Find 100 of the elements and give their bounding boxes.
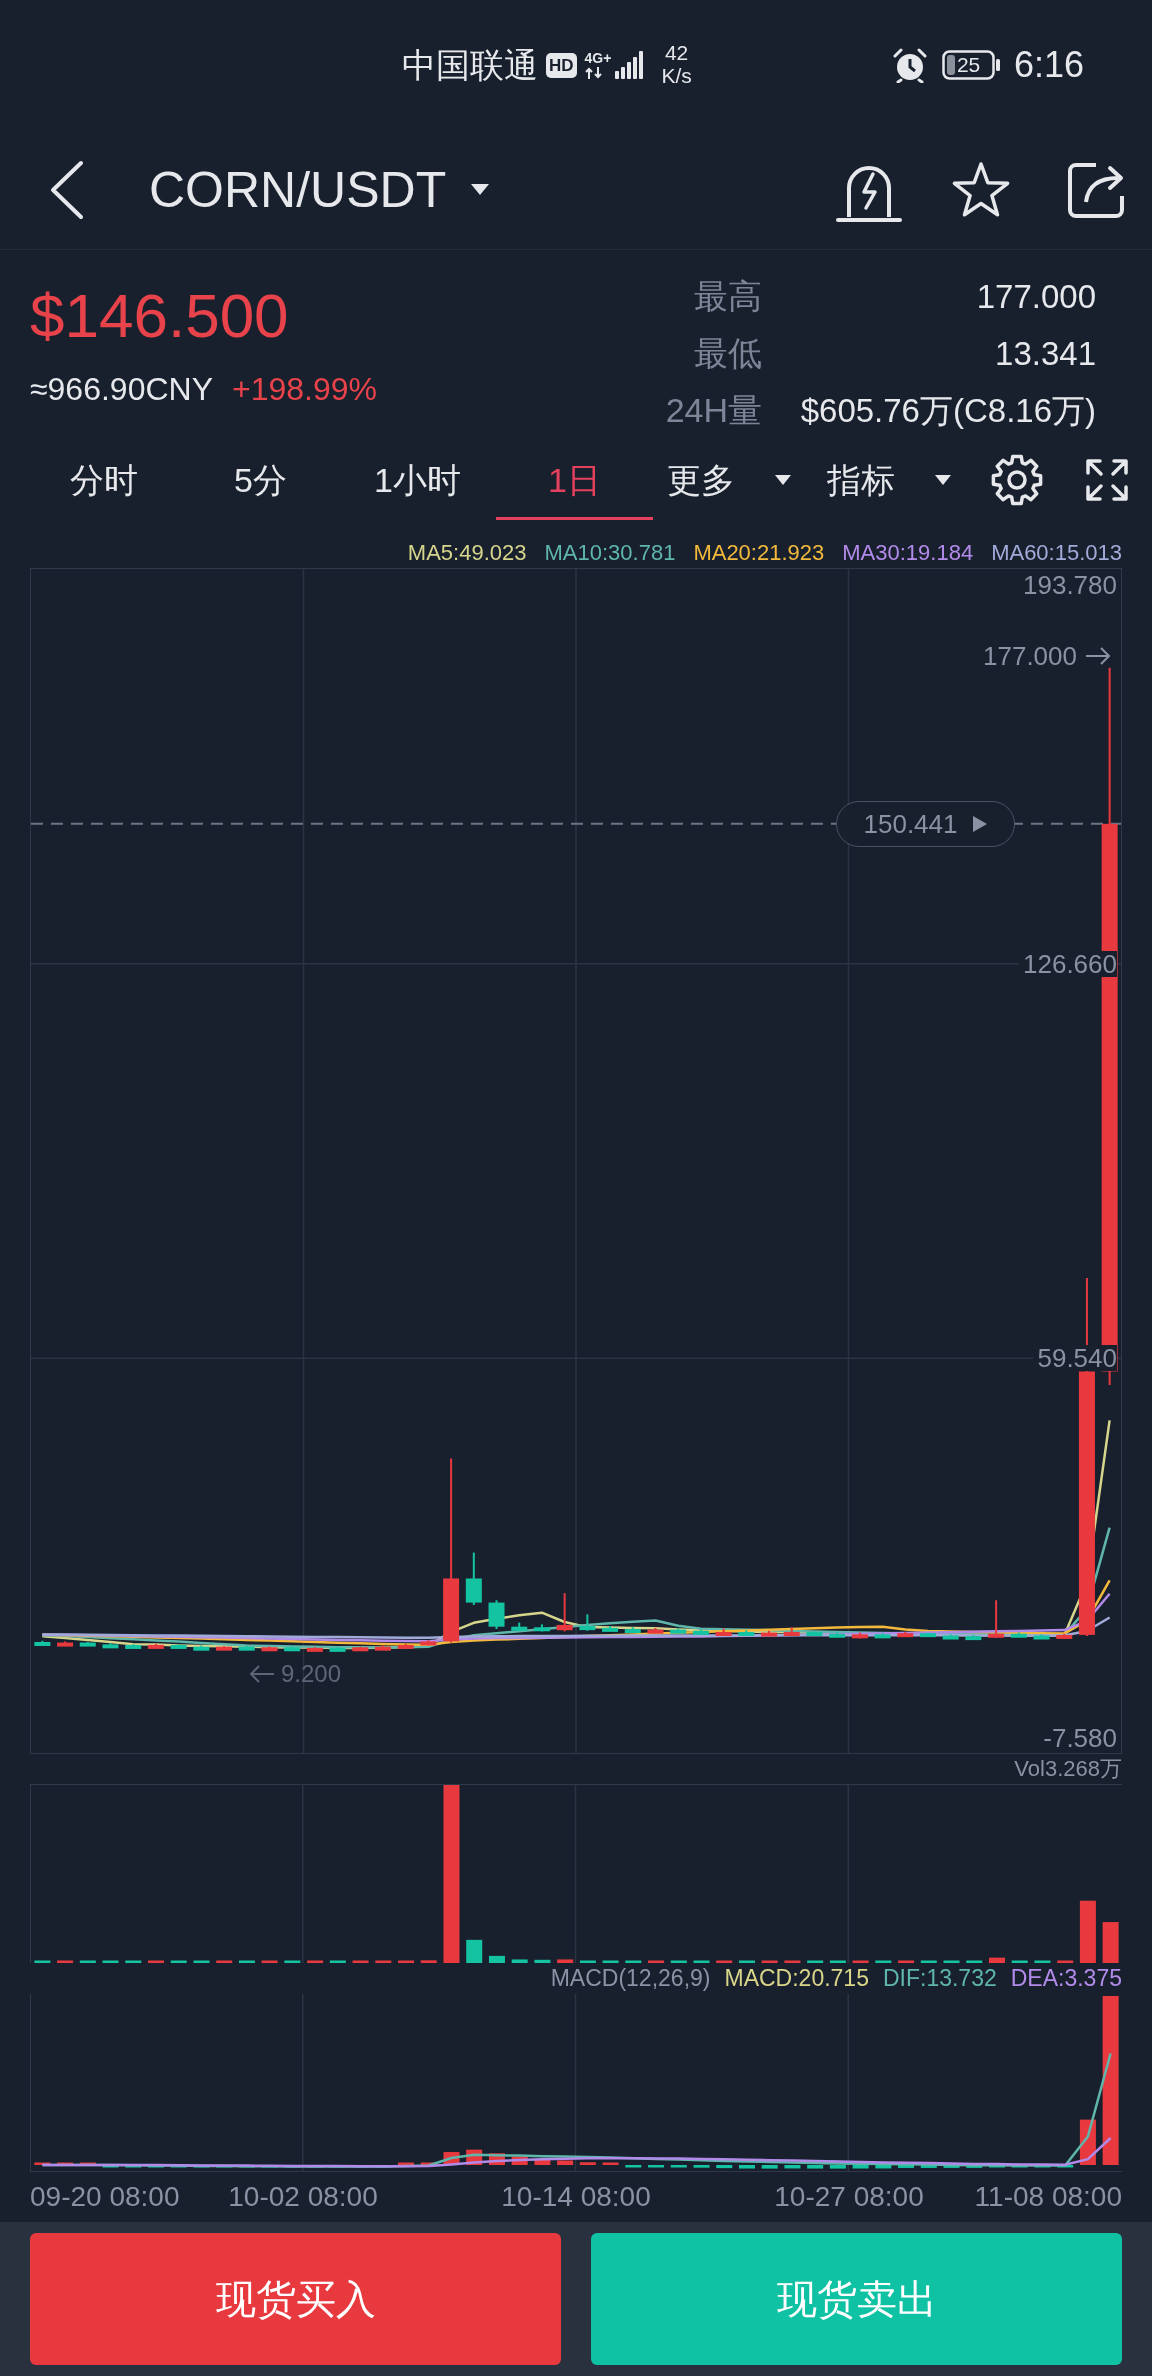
candlestick: [624, 1626, 641, 1634]
macd-bar: [579, 2162, 596, 2165]
macd-bar: [920, 2165, 937, 2168]
macd-bar: [898, 2165, 915, 2168]
price-change: +198.99%: [232, 370, 377, 409]
macd-bar: [125, 2165, 142, 2168]
cny-price: ≈966.90CNY: [30, 370, 213, 409]
price-tag[interactable]: 150.441: [836, 800, 1015, 847]
interval-tab[interactable]: 分时: [25, 440, 182, 520]
macd-bar: [989, 2165, 1005, 2168]
macd-value-label: DIF:13.732: [882, 1966, 997, 1991]
back-button[interactable]: [48, 159, 84, 220]
candlestick: [738, 1629, 755, 1636]
candlestick: [238, 1645, 255, 1651]
candlestick: [465, 1551, 482, 1606]
candlestick: [34, 1639, 51, 1646]
candlestick: [147, 1642, 164, 1649]
volume-bar: [738, 1960, 755, 1963]
volume-bar: [966, 1960, 983, 1963]
macd-bar: [807, 2165, 824, 2169]
interval-tab[interactable]: 5分: [182, 440, 339, 520]
network-speed: 42: [664, 42, 689, 65]
macd-bar: [557, 2160, 574, 2165]
caret-down-icon: [471, 184, 490, 195]
ma-value-label: MA20:21.923: [693, 540, 825, 566]
volume-bar: [57, 1960, 74, 1963]
current-price-value: 150.441: [863, 808, 958, 839]
candlestick: [79, 1641, 96, 1647]
volume-bar: [602, 1960, 619, 1963]
price-axis-label: 59.540: [1033, 1345, 1117, 1372]
macd-bar: [1034, 2165, 1051, 2168]
stat-value: 177.000: [975, 276, 1096, 317]
macd-bar: [34, 2162, 51, 2165]
volume-bar: [579, 1960, 596, 1963]
volume-bar: [420, 1960, 437, 1963]
volume-bar: [398, 1960, 415, 1963]
favorite-button[interactable]: [951, 161, 1011, 218]
macd-bar: [852, 2165, 869, 2169]
volume-bar: [1102, 1922, 1119, 1963]
volume-bar: [1079, 1900, 1096, 1963]
volume-bar: [307, 1960, 324, 1963]
stat-label: 24H量: [665, 390, 762, 431]
candlestick: [102, 1642, 119, 1649]
macd-bar: [511, 2156, 528, 2165]
volume-bar: [125, 1960, 142, 1963]
battery-percent: 25: [956, 53, 981, 77]
macd-bar: [102, 2165, 119, 2168]
hd-badge: HD: [546, 52, 577, 78]
signal-icon: [615, 51, 644, 79]
high-price-label: 177.000: [983, 641, 1077, 671]
candlestick: [216, 1645, 232, 1651]
candlestick: [920, 1631, 936, 1638]
candlestick: [1010, 1631, 1027, 1638]
volume-bar: [261, 1960, 278, 1963]
candlestick: [375, 1644, 391, 1651]
volume-bar: [557, 1959, 574, 1963]
candlestick: [193, 1644, 210, 1651]
last-price: $146.500: [30, 280, 290, 352]
star-icon: [951, 161, 1011, 218]
volume-bar: [989, 1957, 1005, 1963]
candlestick: [806, 1630, 823, 1636]
candlestick: [261, 1645, 278, 1652]
expand-icon: [1085, 458, 1129, 502]
candlestick: [692, 1628, 709, 1635]
pair-selector[interactable]: CORN/USDT: [149, 164, 490, 215]
macd-bar: [738, 2165, 755, 2169]
macd-bar: [1057, 2165, 1074, 2168]
macd-bar: [79, 2162, 96, 2165]
stat-value: 13.341: [994, 333, 1096, 374]
interval-tab[interactable]: 1小时: [339, 440, 496, 520]
macd-bar: [784, 2165, 801, 2169]
dropdown-tab[interactable]: 更多: [653, 440, 813, 520]
caret-down-icon: [775, 475, 791, 485]
volume-bar: [148, 1960, 164, 1963]
candlestick: [897, 1631, 914, 1638]
volume-bar: [1057, 1960, 1074, 1963]
macd-bar: [1011, 2165, 1028, 2168]
caret-right-icon: [973, 815, 988, 832]
macd-bar: [602, 2162, 619, 2165]
macd-bar: [829, 2165, 846, 2169]
battery-icon: [941, 50, 1000, 80]
macd-bar: [648, 2165, 665, 2168]
ma-value-label: MA10:30.781: [544, 540, 676, 566]
alarm-clock-icon: [891, 47, 928, 83]
volume-bar: [375, 1960, 392, 1963]
volume-bar: [807, 1960, 824, 1963]
macd-bar: [148, 2165, 164, 2168]
caret-down-icon: [935, 475, 951, 485]
volume-bar: [648, 1960, 665, 1963]
candlestick: [57, 1640, 74, 1647]
volume-bar: [693, 1960, 710, 1963]
candlestick: [988, 1599, 1005, 1639]
interval-tab[interactable]: 1日: [496, 440, 653, 520]
dropdown-tab[interactable]: 指标: [813, 440, 973, 520]
time-axis-label: 09-20 08:00: [30, 2182, 180, 2212]
candlestick: [874, 1632, 891, 1639]
speed-unit: K/s: [661, 65, 692, 88]
buy-button[interactable]: 现货买入: [30, 2233, 561, 2365]
candlestick: [533, 1623, 550, 1633]
macd-bar: [170, 2165, 187, 2168]
